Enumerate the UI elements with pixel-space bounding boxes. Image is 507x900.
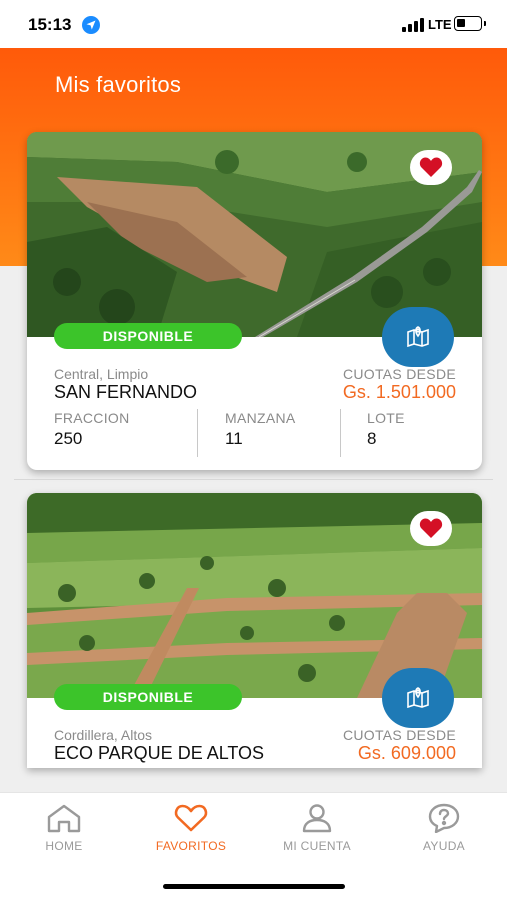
status-badge: DISPONIBLE [54,323,242,349]
battery-icon [454,16,486,31]
property-location: Cordillera, Altos [54,727,153,743]
manzana-label: MANZANA [225,410,296,426]
favorite-card[interactable]: DISPONIBLE Cordillera, Altos ECO PARQUE … [27,493,482,768]
tab-favoritos[interactable]: FAVORITOS [136,803,246,853]
lote-value: 8 [367,429,377,448]
property-location: Central, Limpio [54,366,149,382]
stat-fraccion: FRACCION 250 [54,410,130,449]
map-button[interactable] [382,668,454,728]
heart-icon [419,157,443,177]
favorite-toggle-button[interactable] [410,511,452,546]
favorite-toggle-button[interactable] [410,150,452,185]
page-title: Mis favoritos [55,72,182,97]
map-pin-icon [407,326,429,347]
fraccion-value: 250 [54,429,83,448]
help-bubble-icon [428,803,460,833]
installments-label: CUOTAS DESDE [342,727,456,743]
signal-icon [402,18,424,32]
favorite-card[interactable]: DISPONIBLE Central, Limpio SAN FERNANDO … [27,132,482,470]
tab-label: HOME [45,839,83,853]
tab-ayuda[interactable]: AYUDA [389,803,499,853]
user-icon [302,804,332,833]
divider [340,409,341,457]
status-bar: 15:13 LTE [0,0,507,48]
installments-label: CUOTAS DESDE [342,366,456,382]
home-icon [47,804,81,833]
tab-mi-cuenta[interactable]: MI CUENTA [262,803,372,853]
tab-home[interactable]: HOME [9,803,119,853]
status-badge: DISPONIBLE [54,684,242,710]
tab-label: MI CUENTA [283,839,351,853]
lote-label: LOTE [367,410,405,426]
map-pin-icon [407,687,429,708]
tab-label: FAVORITOS [155,839,227,853]
property-price: Gs. 1.501.000 [342,382,456,402]
list-separator [14,479,493,480]
heart-icon [419,518,443,538]
status-time: 15:13 [28,15,72,34]
map-button[interactable] [382,307,454,367]
property-price: Gs. 609.000 [357,743,456,763]
property-name: SAN FERNANDO [54,382,198,402]
manzana-value: 11 [225,429,243,448]
fraccion-label: FRACCION [54,410,130,426]
divider [197,409,198,457]
stat-manzana: MANZANA 11 [225,410,296,449]
stat-lote: LOTE 8 [367,410,405,449]
home-indicator [163,884,345,889]
heart-outline-icon [174,804,208,832]
property-name: ECO PARQUE DE ALTOS [54,743,265,763]
network-type: LTE [428,17,452,32]
location-arrow-icon [82,16,100,34]
tab-label: AYUDA [423,839,465,853]
